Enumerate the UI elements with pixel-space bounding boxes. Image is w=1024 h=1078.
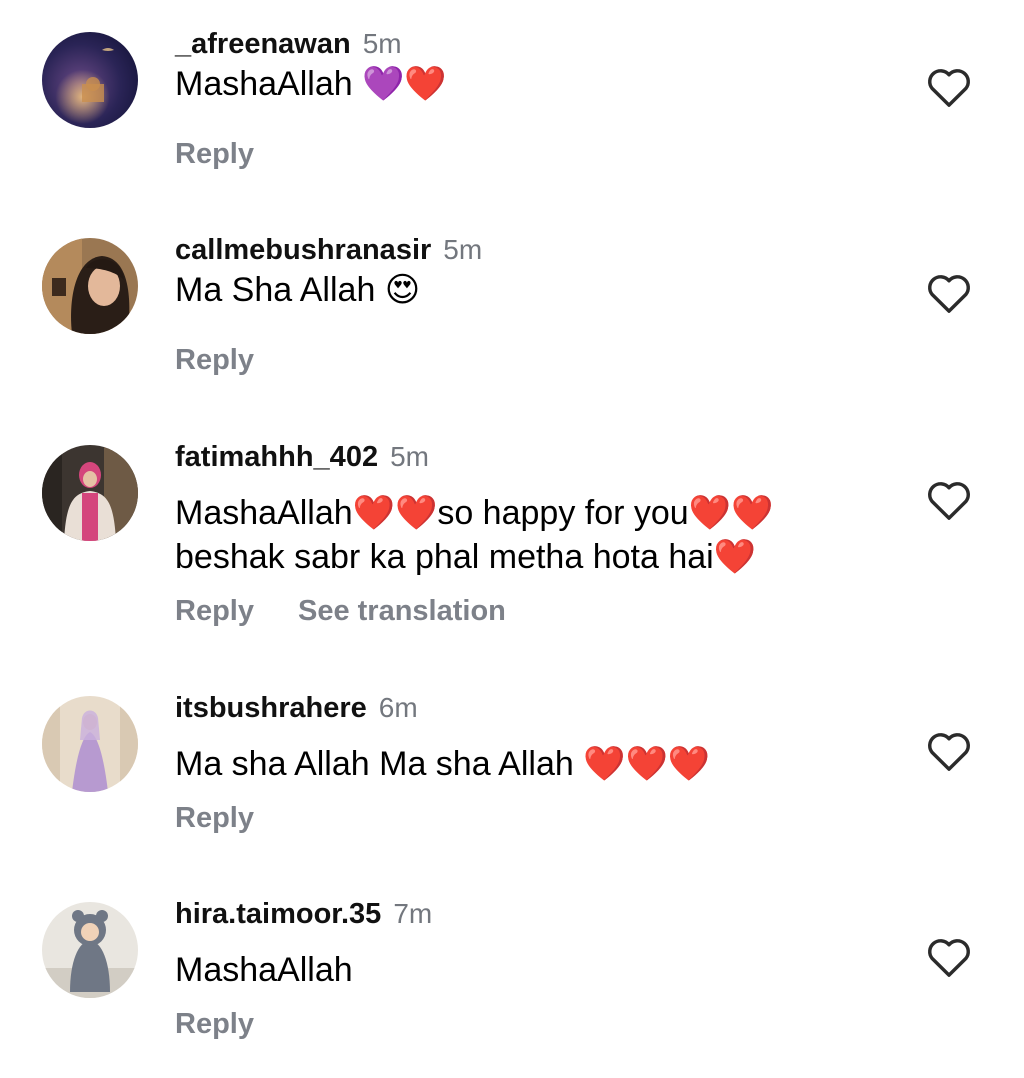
comment-actions: Reply — [175, 342, 254, 383]
woman-portrait-avatar[interactable] — [42, 238, 138, 334]
comment-text: MashaAllah — [175, 948, 895, 992]
comment-line: MashaAllah❤️❤️so happy for you❤️❤️ — [175, 494, 774, 532]
comment-line: Ma Sha Allah 😍 — [175, 271, 421, 309]
timestamp: 5m — [390, 441, 429, 472]
comment-text: Ma Sha Allah 😍 — [175, 268, 895, 312]
comment-text: MashaAllah 💜❤️ — [175, 62, 895, 106]
reply-button[interactable]: Reply — [175, 800, 254, 836]
timestamp: 6m — [378, 692, 418, 723]
comment-line: MashaAllah 💜❤️ — [175, 65, 447, 103]
reply-button[interactable]: Reply — [175, 136, 254, 172]
see-translation-button[interactable]: See translation — [298, 593, 506, 629]
timestamp: 5m — [443, 234, 483, 265]
comment-header: hira.taimoor.35 7m — [175, 896, 432, 932]
comment-header: fatimahhh_402 5m — [175, 439, 429, 475]
heart-outline-icon — [928, 275, 970, 313]
heart-outline-icon — [928, 733, 970, 771]
like-button[interactable] — [926, 66, 972, 108]
username[interactable]: itsbushrahere — [175, 692, 367, 724]
timestamp: 5m — [362, 28, 402, 59]
username[interactable]: hira.taimoor.35 — [175, 898, 381, 930]
username[interactable]: fatimahhh_402 — [175, 441, 378, 473]
like-button[interactable] — [926, 272, 972, 314]
comment-line: MashaAllah — [175, 951, 353, 989]
comment-line: Ma sha Allah Ma sha Allah ❤️❤️❤️ — [175, 745, 711, 783]
timestamp: 7m — [393, 898, 433, 929]
like-button[interactable] — [926, 479, 972, 521]
comment-header: itsbushrahere 6m — [175, 690, 418, 726]
crescent-moon-avatar[interactable] — [42, 32, 138, 128]
heart-outline-icon — [928, 69, 970, 107]
comment-text: MashaAllah❤️❤️so happy for you❤️❤️ besha… — [175, 491, 895, 579]
woman-pink-avatar[interactable] — [42, 445, 138, 541]
heart-outline-icon — [928, 482, 970, 520]
comment-header: _afreenawan 5m — [175, 26, 402, 62]
bride-lilac-avatar[interactable] — [42, 696, 138, 792]
comment-header: callmebushranasir 5m — [175, 232, 482, 268]
comment-actions: Reply — [175, 1006, 254, 1047]
comment-actions: Reply See translation — [175, 593, 506, 634]
reply-button[interactable]: Reply — [175, 1006, 254, 1042]
baby-bear-suit-avatar[interactable] — [42, 902, 138, 998]
comment-line: beshak sabr ka phal metha hota hai❤️ — [175, 538, 757, 576]
username[interactable]: _afreenawan — [175, 28, 351, 60]
reply-button[interactable]: Reply — [175, 342, 254, 378]
reply-button[interactable]: Reply — [175, 593, 254, 629]
like-button[interactable] — [926, 936, 972, 978]
comment-text: Ma sha Allah Ma sha Allah ❤️❤️❤️ — [175, 742, 895, 786]
like-button[interactable] — [926, 730, 972, 772]
comment-actions: Reply — [175, 136, 254, 177]
comment-actions: Reply — [175, 800, 254, 841]
heart-outline-icon — [928, 939, 970, 977]
username[interactable]: callmebushranasir — [175, 234, 431, 266]
